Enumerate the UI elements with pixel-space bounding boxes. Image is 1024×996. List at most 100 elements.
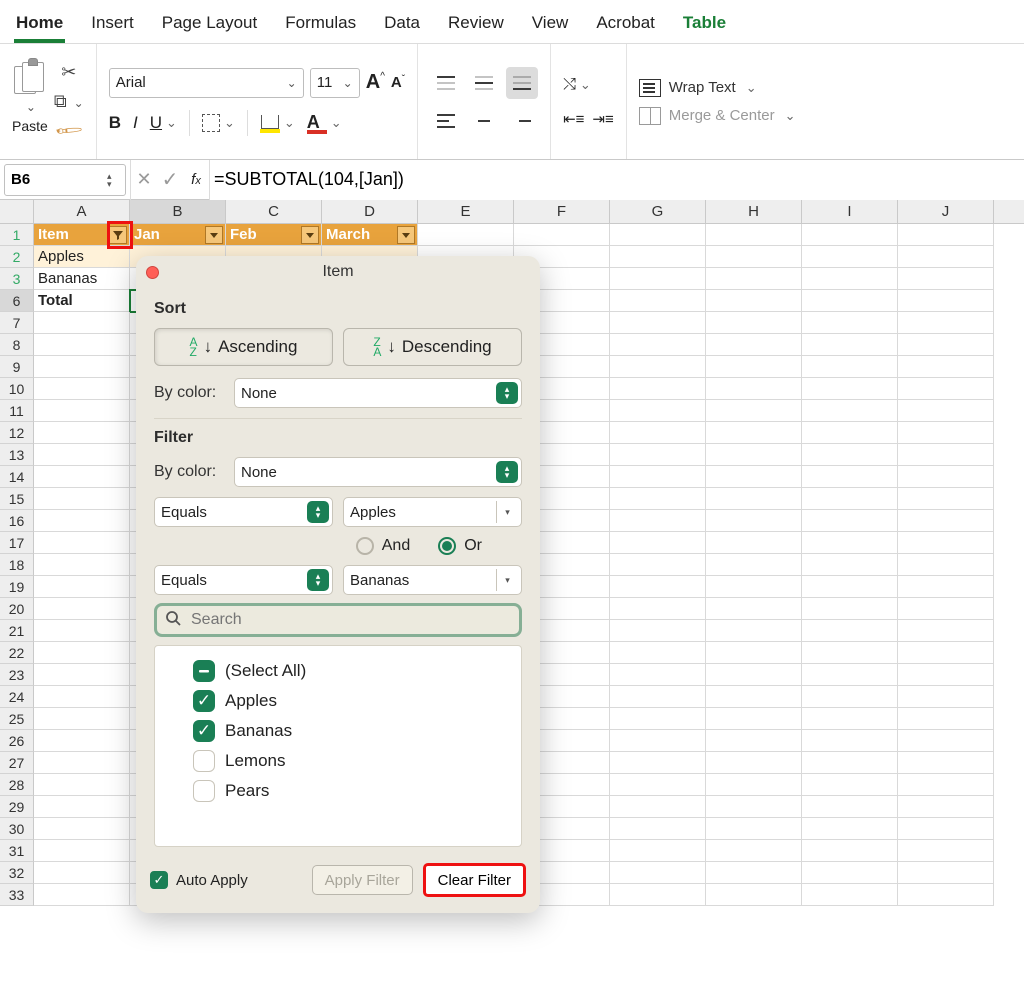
cell[interactable] <box>706 224 802 246</box>
cell[interactable] <box>802 708 898 730</box>
cell[interactable] <box>610 664 706 686</box>
cell[interactable] <box>898 378 994 400</box>
cell[interactable] <box>34 356 130 378</box>
cell[interactable] <box>34 378 130 400</box>
align-right-button[interactable] <box>506 105 538 137</box>
increase-indent-button[interactable]: ⇥≡ <box>592 110 613 128</box>
sort-descending-button[interactable]: ZA↓ Descending <box>343 328 522 366</box>
table-header-march[interactable]: March <box>322 224 418 246</box>
formula-input[interactable] <box>210 160 1024 200</box>
cell[interactable] <box>610 576 706 598</box>
row-header-10[interactable]: 10 <box>0 378 34 400</box>
tab-page-layout[interactable]: Page Layout <box>160 7 259 43</box>
cell[interactable] <box>610 312 706 334</box>
cell[interactable] <box>802 356 898 378</box>
cell[interactable] <box>34 796 130 818</box>
tab-table[interactable]: Table <box>681 7 728 43</box>
cell[interactable] <box>34 686 130 708</box>
cell[interactable] <box>898 488 994 510</box>
condition1-value-select[interactable]: Apples ▾ <box>343 497 522 527</box>
cell[interactable] <box>34 510 130 532</box>
row-header-24[interactable]: 24 <box>0 686 34 708</box>
cell[interactable] <box>898 356 994 378</box>
row-header-9[interactable]: 9 <box>0 356 34 378</box>
cell[interactable] <box>706 686 802 708</box>
cell[interactable] <box>706 488 802 510</box>
cell[interactable] <box>802 246 898 268</box>
cell[interactable] <box>610 752 706 774</box>
tab-insert[interactable]: Insert <box>89 7 136 43</box>
table-header-jan[interactable]: Jan <box>130 224 226 246</box>
and-radio[interactable]: And <box>356 537 410 555</box>
cell[interactable] <box>706 840 802 862</box>
col-header-A[interactable]: A <box>34 200 130 223</box>
cell[interactable] <box>706 664 802 686</box>
row-header-18[interactable]: 18 <box>0 554 34 576</box>
cell[interactable] <box>34 466 130 488</box>
decrease-indent-button[interactable]: ⇤≡ <box>563 110 584 128</box>
cell[interactable] <box>802 752 898 774</box>
align-middle-button[interactable] <box>468 67 500 99</box>
cell[interactable] <box>610 444 706 466</box>
list-item[interactable]: ✓Bananas <box>163 716 513 746</box>
cell[interactable] <box>706 400 802 422</box>
cell[interactable] <box>706 422 802 444</box>
name-box-input[interactable] <box>5 171 85 188</box>
cell[interactable] <box>706 708 802 730</box>
cell[interactable] <box>34 620 130 642</box>
cell[interactable] <box>706 334 802 356</box>
cell[interactable] <box>802 532 898 554</box>
row-header-19[interactable]: 19 <box>0 576 34 598</box>
row-header-29[interactable]: 29 <box>0 796 34 818</box>
cell[interactable] <box>610 532 706 554</box>
cell[interactable] <box>706 466 802 488</box>
cell[interactable] <box>802 642 898 664</box>
sort-by-color-select[interactable]: None ▴▾ <box>234 378 522 408</box>
wrap-text-button[interactable]: Wrap Text ⌄ <box>639 79 796 97</box>
cell-A3[interactable]: Bananas <box>34 268 130 290</box>
row-header-11[interactable]: 11 <box>0 400 34 422</box>
cell[interactable] <box>706 818 802 840</box>
cell-A6[interactable]: Total <box>34 290 130 312</box>
cell[interactable] <box>802 400 898 422</box>
select-all-corner[interactable] <box>0 200 34 223</box>
cell[interactable] <box>34 334 130 356</box>
cell[interactable] <box>898 268 994 290</box>
row-header-14[interactable]: 14 <box>0 466 34 488</box>
row-header-22[interactable]: 22 <box>0 642 34 664</box>
col-header-B[interactable]: B <box>130 200 226 223</box>
cell[interactable] <box>898 774 994 796</box>
cell[interactable] <box>706 598 802 620</box>
cell[interactable] <box>610 334 706 356</box>
tab-view[interactable]: View <box>530 7 571 43</box>
cell[interactable] <box>898 752 994 774</box>
row-header-16[interactable]: 16 <box>0 510 34 532</box>
cell[interactable] <box>802 444 898 466</box>
filter-search-box[interactable] <box>154 603 522 637</box>
cell[interactable] <box>34 444 130 466</box>
cell[interactable] <box>898 290 994 312</box>
cell[interactable] <box>706 378 802 400</box>
list-item[interactable]: (Select All) <box>163 656 513 686</box>
cell[interactable] <box>802 884 898 906</box>
row-header-2[interactable]: 2 <box>0 246 34 268</box>
cell[interactable] <box>514 224 610 246</box>
tab-acrobat[interactable]: Acrobat <box>594 7 657 43</box>
cell[interactable] <box>34 312 130 334</box>
table-header-feb[interactable]: Feb <box>226 224 322 246</box>
cell[interactable] <box>802 620 898 642</box>
cell[interactable] <box>610 400 706 422</box>
cell[interactable] <box>610 268 706 290</box>
col-header-G[interactable]: G <box>610 200 706 223</box>
cell[interactable] <box>802 862 898 884</box>
cell[interactable] <box>34 532 130 554</box>
cell[interactable] <box>898 422 994 444</box>
cell[interactable] <box>706 356 802 378</box>
cell[interactable] <box>706 290 802 312</box>
cell[interactable] <box>610 290 706 312</box>
cell[interactable] <box>706 730 802 752</box>
condition1-operator-select[interactable]: Equals ▴▾ <box>154 497 333 527</box>
cell[interactable] <box>898 334 994 356</box>
cell[interactable] <box>34 664 130 686</box>
close-icon[interactable] <box>146 266 159 279</box>
